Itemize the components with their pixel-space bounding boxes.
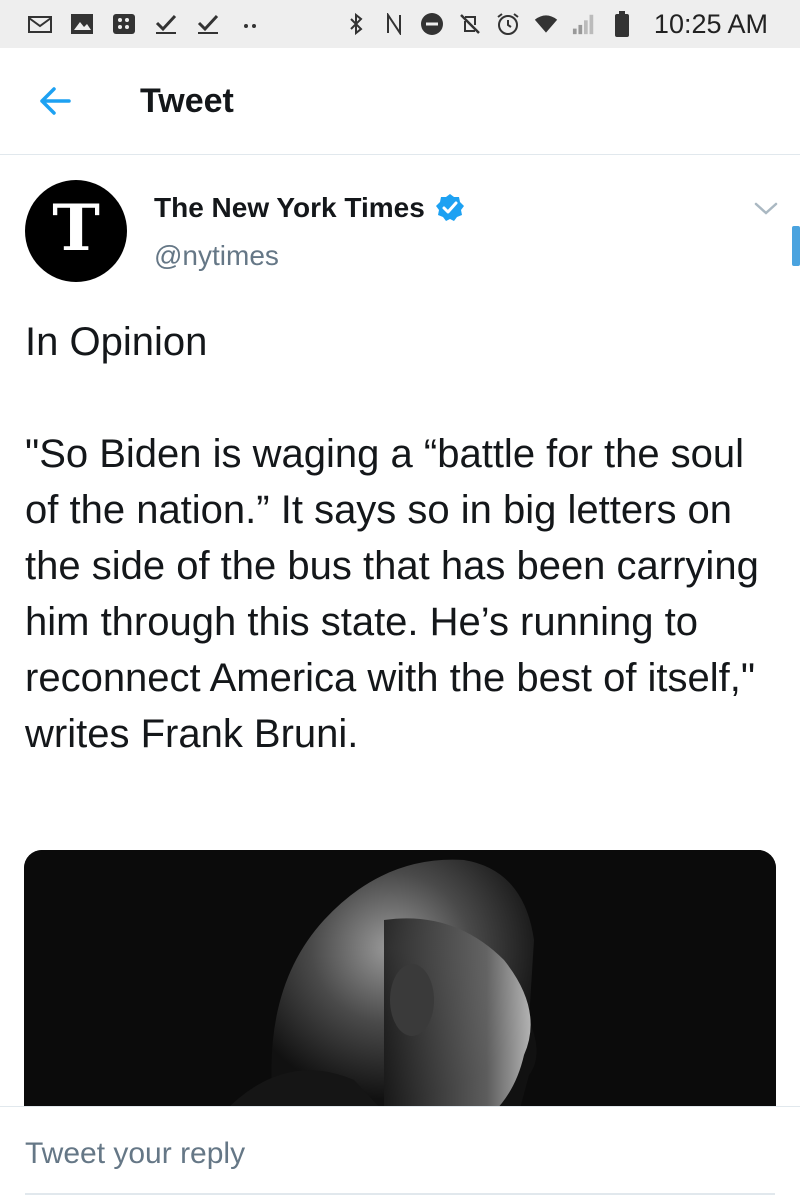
bluetooth-icon xyxy=(344,12,368,36)
tweet-options-button[interactable] xyxy=(752,196,780,220)
app-header: Tweet xyxy=(0,48,800,155)
back-button[interactable] xyxy=(30,76,80,126)
tweet-media[interactable] xyxy=(24,850,776,1112)
scrollbar-thumb[interactable] xyxy=(792,226,800,266)
clock-time: 10:25 AM xyxy=(653,8,768,39)
reply-input[interactable]: Tweet your reply xyxy=(25,1137,245,1171)
author-name-text: The New York Times xyxy=(154,192,425,223)
no-vibrate-icon xyxy=(458,13,482,35)
image-icon xyxy=(70,13,94,35)
battery-icon xyxy=(610,11,634,37)
more-dots-icon xyxy=(238,13,262,35)
author-name[interactable]: The New York Times xyxy=(154,192,465,224)
nfc-icon xyxy=(382,13,406,35)
chevron-down-icon xyxy=(754,202,778,215)
wifi-icon xyxy=(534,13,558,35)
verified-badge-icon xyxy=(435,194,464,221)
reply-bar: Tweet your reply xyxy=(0,1106,800,1201)
signal-icon xyxy=(572,13,596,35)
avatar[interactable]: T xyxy=(25,180,127,282)
blackberry-icon xyxy=(112,13,136,35)
check-icon xyxy=(154,13,178,35)
alarm-icon xyxy=(496,13,520,35)
photo-icon xyxy=(24,850,776,1112)
author-handle[interactable]: @nytimes xyxy=(154,240,279,272)
arrow-left-icon xyxy=(40,87,71,115)
check-icon xyxy=(196,13,220,35)
status-bar: 10:25 AM xyxy=(0,0,800,48)
page-title: Tweet xyxy=(140,81,234,120)
status-bar-system: 10:25 AM xyxy=(344,9,800,40)
reply-input-underline xyxy=(25,1193,775,1195)
tweet-text: In Opinion "So Biden is waging a “battle… xyxy=(25,320,759,756)
mail-icon xyxy=(28,13,52,35)
do-not-disturb-icon xyxy=(420,13,444,35)
nyt-logo-glyph: T xyxy=(52,191,100,266)
status-bar-notifications xyxy=(0,13,262,35)
